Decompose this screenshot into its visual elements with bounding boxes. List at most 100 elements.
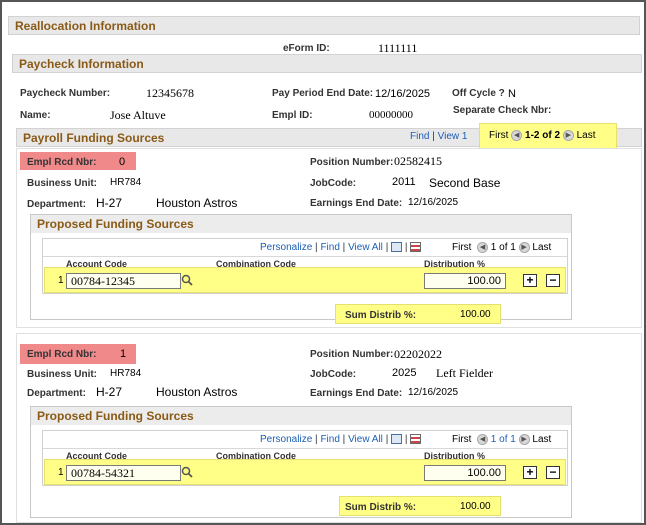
off-cycle-label: Off Cycle ?: [452, 88, 505, 99]
grid-last-label: Last: [532, 434, 552, 446]
account-code-input[interactable]: 00784-12345: [66, 273, 181, 289]
account-lookup-icon[interactable]: [181, 274, 193, 289]
grid-range: 1 of 1: [490, 242, 516, 254]
account-lookup-icon[interactable]: [181, 466, 193, 481]
jobcode-description: Left Fielder: [436, 366, 493, 380]
department-description: Houston Astros: [156, 196, 238, 210]
grid-1-toolbar: Personalize | Find | View All | |: [260, 434, 422, 445]
grid-first-label: First: [452, 434, 472, 446]
business-unit: HR784: [110, 177, 142, 188]
account-code-value: 00784-54321: [71, 466, 135, 480]
account-code-value: 00784-12345: [71, 274, 135, 288]
department-label: Department:: [27, 388, 86, 399]
grid-last-label: Last: [532, 242, 552, 254]
last-label: Last: [576, 130, 596, 142]
grid-next-icon[interactable]: ▶: [518, 434, 530, 445]
reallocation-header: Reallocation Information: [8, 16, 640, 35]
distribution-input[interactable]: 100.00: [424, 273, 506, 289]
row-number: 1: [58, 275, 64, 286]
jobcode-label: JobCode:: [310, 178, 357, 189]
download-grid-icon[interactable]: [410, 434, 422, 445]
pay-period-label: Pay Period End Date:: [272, 88, 374, 99]
account-code-input[interactable]: 00784-54321: [66, 465, 181, 481]
empl-rcd-value: 1: [120, 348, 127, 360]
name-label: Name:: [20, 110, 51, 121]
grid-0-toolbar: Personalize | Find | View All | |: [260, 242, 422, 253]
sum-distrib-value: 100.00: [460, 309, 491, 320]
earnings-end-label: Earnings End Date:: [310, 198, 403, 209]
delete-row-button[interactable]: −: [546, 274, 560, 287]
view-all-link[interactable]: View All: [348, 242, 383, 253]
sum-distrib-value: 100.00: [460, 501, 491, 512]
business-unit-label: Business Unit:: [27, 178, 98, 189]
prev-record-icon[interactable]: ◀: [511, 130, 523, 141]
jobcode-description: Second Base: [429, 176, 501, 190]
position-number: 02202022: [394, 347, 442, 361]
add-row-button[interactable]: +: [523, 274, 537, 287]
business-unit-label: Business Unit:: [27, 369, 98, 380]
position-number-label: Position Number:: [310, 157, 394, 168]
sum-distrib-label: Sum Distrib %:: [345, 502, 417, 513]
separate-check-label: Separate Check Nbr:: [453, 105, 552, 116]
proposed-title: Proposed Funding Sources: [37, 217, 194, 231]
grid-next-icon[interactable]: ▶: [518, 242, 530, 253]
add-row-button[interactable]: +: [523, 466, 537, 479]
grid-1-nav: First ◀ 1 of 1 ▶ Last: [452, 434, 551, 445]
funding-title: Payroll Funding Sources: [23, 131, 165, 145]
grid-find-link[interactable]: Find: [320, 242, 339, 253]
grid-prev-icon[interactable]: ◀: [477, 242, 489, 253]
empl-id: 00000000: [369, 109, 413, 121]
pay-period: 12/16/2025: [375, 88, 431, 100]
window-frame: Reallocation Information eForm ID: 11111…: [0, 0, 646, 525]
grid-find-link[interactable]: Find: [320, 434, 339, 445]
record-range: 1-2 of 2: [525, 130, 561, 142]
funding-scroll-links: Find | View 1: [410, 131, 467, 142]
grid-prev-icon[interactable]: ◀: [477, 434, 489, 445]
proposed-title: Proposed Funding Sources: [37, 409, 194, 423]
find-link[interactable]: Find: [410, 131, 429, 142]
personalize-link[interactable]: Personalize: [260, 434, 312, 445]
personalize-link[interactable]: Personalize: [260, 242, 312, 253]
earnings-end-label: Earnings End Date:: [310, 388, 403, 399]
distribution-value: 100.00: [467, 467, 501, 479]
separator: |: [432, 131, 435, 142]
jobcode: 2011: [392, 176, 416, 188]
distribution-input[interactable]: 100.00: [424, 465, 506, 481]
paycheck-number: 12345678: [146, 86, 194, 100]
business-unit: HR784: [110, 368, 142, 379]
employee-name: Jose Altuve: [110, 108, 166, 122]
empl-id-label: Empl ID:: [272, 110, 313, 121]
paycheck-header: Paycheck Information: [12, 54, 642, 73]
distribution-value: 100.00: [467, 275, 501, 287]
record-nav: First ◀ 1-2 of 2 ▶ Last: [489, 130, 596, 141]
empl-rcd-label: Empl Rcd Nbr:: [27, 349, 97, 360]
paycheck-number-label: Paycheck Number:: [20, 88, 111, 99]
empl-rcd-label: Empl Rcd Nbr:: [27, 157, 97, 168]
position-number: 02582415: [394, 154, 442, 168]
jobcode-label: JobCode:: [310, 369, 357, 380]
jobcode: 2025: [392, 367, 417, 379]
earnings-end-date: 12/16/2025: [408, 197, 459, 208]
department-label: Department:: [27, 199, 86, 210]
proposed-1-header: Proposed Funding Sources: [31, 407, 571, 425]
sum-distrib-label: Sum Distrib %:: [345, 310, 417, 321]
department-description: Houston Astros: [156, 385, 238, 399]
grid-first-label: First: [452, 242, 472, 254]
zoom-grid-icon[interactable]: [391, 434, 403, 445]
zoom-grid-icon[interactable]: [391, 242, 403, 253]
position-number-label: Position Number:: [310, 349, 394, 360]
paycheck-title: Paycheck Information: [19, 57, 144, 71]
earnings-end-date: 12/16/2025: [408, 387, 459, 398]
view-one-link[interactable]: View 1: [438, 131, 468, 142]
department: H-27: [96, 385, 123, 399]
delete-row-button[interactable]: −: [546, 466, 560, 479]
next-record-icon[interactable]: ▶: [562, 130, 574, 141]
view-all-link[interactable]: View All: [348, 434, 383, 445]
off-cycle: N: [508, 88, 516, 100]
reallocation-title: Reallocation Information: [15, 19, 156, 33]
grid-range: 1 of 1: [490, 434, 516, 446]
grid-0-nav: First ◀ 1 of 1 ▶ Last: [452, 242, 551, 253]
grid-divider: [43, 448, 567, 449]
proposed-0-header: Proposed Funding Sources: [31, 215, 571, 233]
download-grid-icon[interactable]: [410, 242, 422, 253]
